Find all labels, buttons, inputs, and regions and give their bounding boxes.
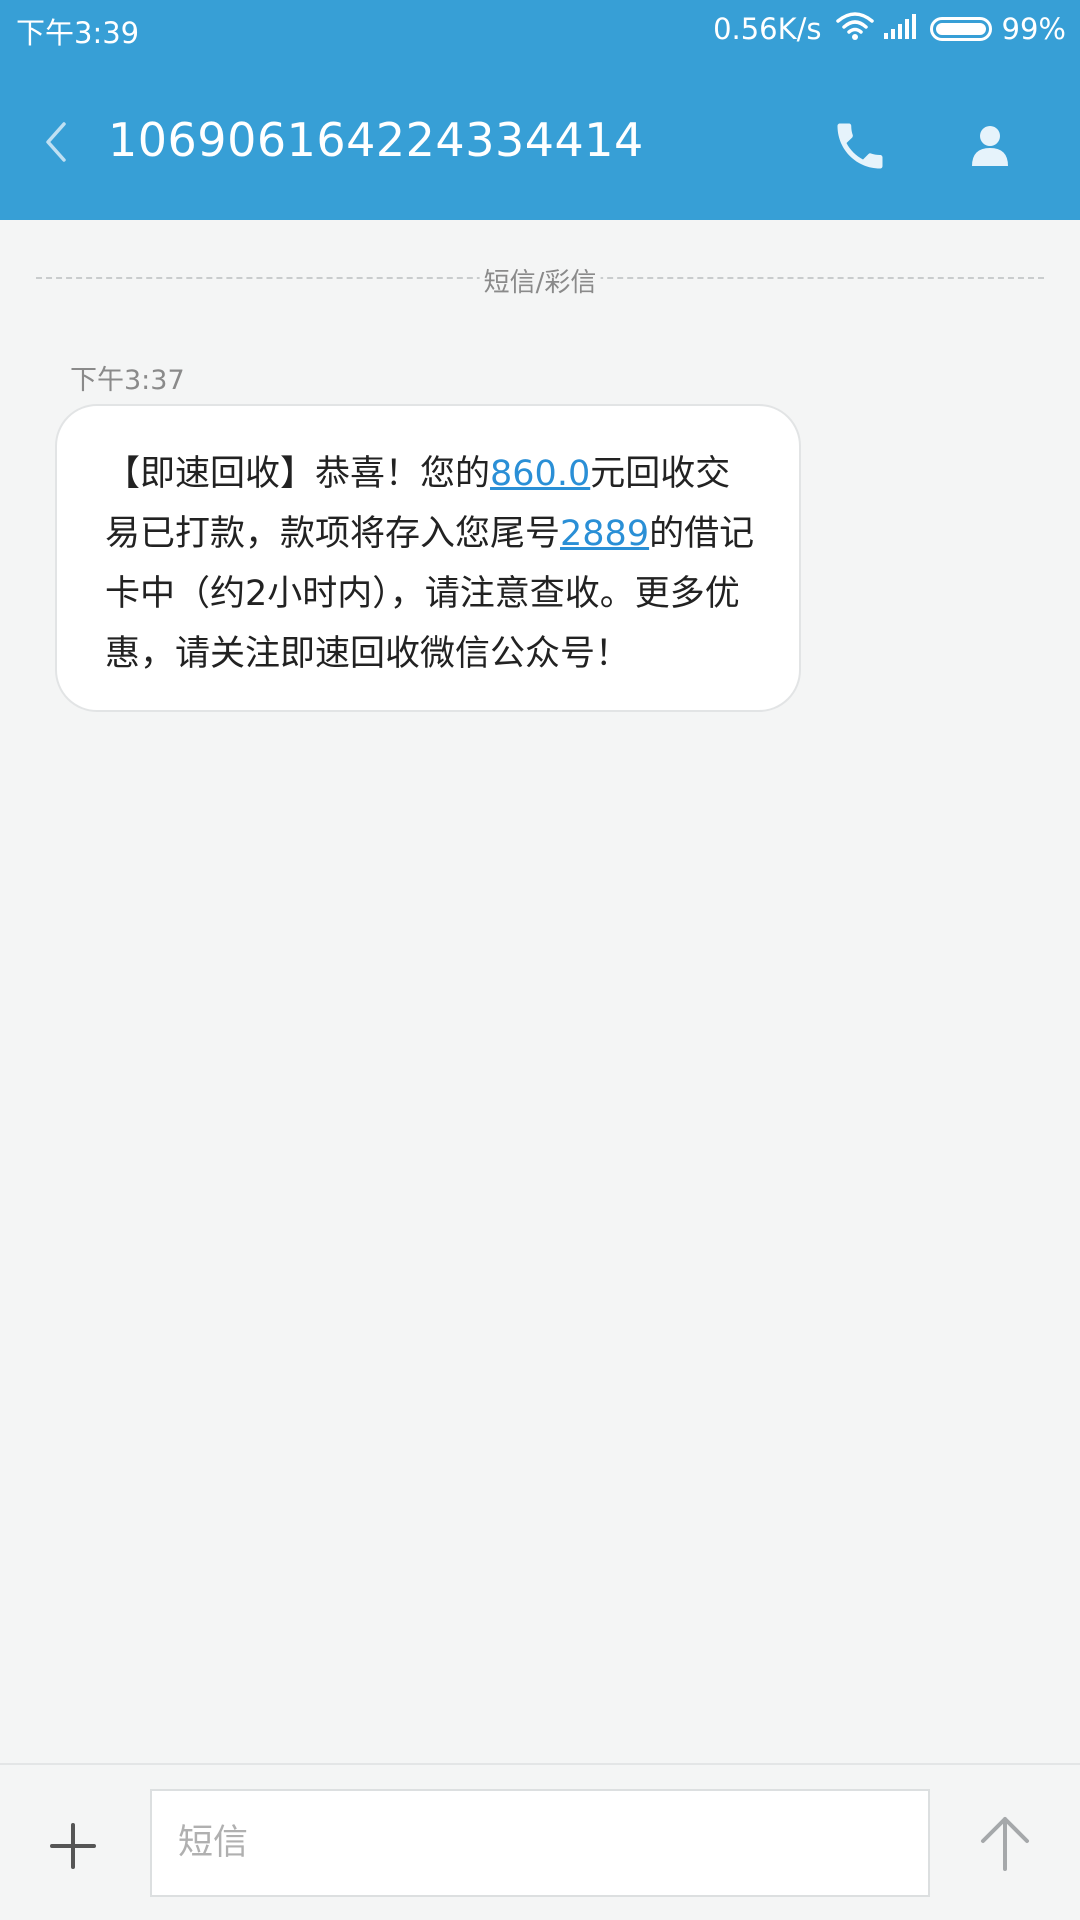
person-icon xyxy=(972,126,1008,166)
message-timestamp: 下午3:37 xyxy=(70,365,185,396)
add-attachment-button[interactable] xyxy=(48,1821,98,1871)
chevron-left-icon xyxy=(46,122,66,162)
message-body: 【即速回收】恭喜！您的860.0元回收交易已打款，款项将存入您尾号2889的借记… xyxy=(105,444,759,684)
battery-level xyxy=(935,23,986,35)
battery-percent: 99% xyxy=(1001,12,1066,46)
divider-label: 短信/彩信 xyxy=(479,262,601,299)
app-bar: 106906164224334414 xyxy=(0,58,1080,220)
contact-button[interactable] xyxy=(960,116,1020,176)
incoming-message-bubble[interactable]: 【即速回收】恭喜！您的860.0元回收交易已打款，款项将存入您尾号2889的借记… xyxy=(55,404,801,712)
status-bar: 下午3:39 0.56K/s 99% xyxy=(0,0,1080,58)
conversation-title: 106906164224334414 xyxy=(108,113,644,167)
status-time: 下午3:39 xyxy=(16,16,140,50)
battery-icon xyxy=(929,17,992,41)
wifi-icon xyxy=(835,11,874,48)
plus-icon xyxy=(50,1823,96,1869)
call-button[interactable] xyxy=(830,116,890,176)
message-text: 【即速回收】恭喜！您的 xyxy=(105,454,491,494)
message-type-divider: 短信/彩信 xyxy=(36,262,1044,299)
composer-bar: 短信 xyxy=(0,1763,1080,1920)
signal-icon xyxy=(883,12,920,46)
amount-link[interactable]: 860.0 xyxy=(490,454,590,494)
back-button[interactable] xyxy=(30,112,80,172)
card-number-link[interactable]: 2889 xyxy=(560,514,649,554)
message-input[interactable]: 短信 xyxy=(150,1789,930,1897)
phone-icon xyxy=(837,123,883,169)
network-speed: 0.56K/s xyxy=(713,12,822,46)
status-indicators: 0.56K/s 99% xyxy=(713,10,1066,48)
send-arrow-icon xyxy=(981,1817,1029,1871)
send-button[interactable] xyxy=(977,1813,1033,1873)
